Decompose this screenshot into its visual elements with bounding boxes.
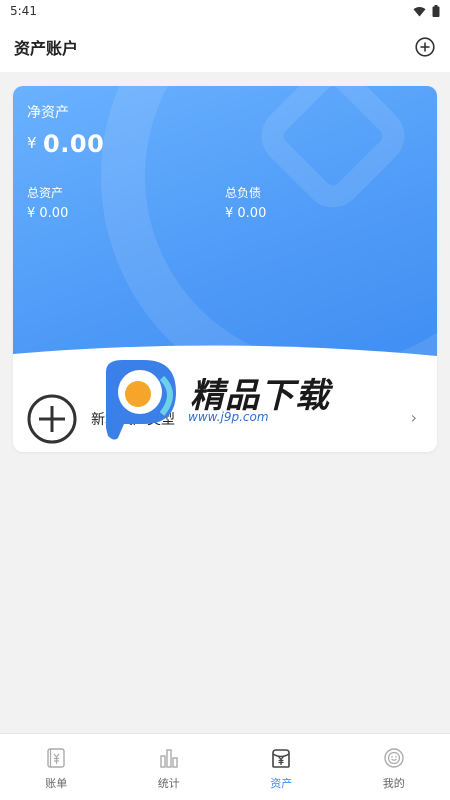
tab-bills[interactable]: 账单 (0, 734, 113, 800)
wifi-icon (413, 6, 426, 16)
add-account-button[interactable] (414, 36, 436, 58)
total-debt-value: ¥ 0.00 (225, 206, 267, 221)
tab-label: 资产 (270, 777, 293, 790)
status-bar: 5:41 (0, 0, 450, 22)
chevron-right-icon: › (410, 408, 417, 427)
wallet-icon (272, 749, 291, 768)
net-assets-amount: 0.00 (43, 130, 105, 158)
ledger-icon (47, 748, 65, 768)
status-icons (413, 5, 440, 17)
bottom-tab-bar: 账单 统计 资产 我的 (0, 733, 450, 800)
add-asset-type-label: 新增资产类型 (91, 412, 175, 428)
plus-circle-icon (27, 394, 77, 444)
add-asset-type-row[interactable]: 新增资产类型 › (13, 386, 437, 452)
total-assets-label: 总资产 (27, 186, 64, 200)
tab-label: 统计 (157, 777, 180, 790)
asset-summary-banner: 净资产 ¥0.00 总资产 ¥ 0.00 总负债 ¥ 0.00 (13, 86, 437, 386)
profile-face-icon (384, 748, 404, 768)
chart-bars-icon (160, 749, 178, 768)
status-time: 5:41 (10, 4, 37, 18)
total-debt-label: 总负债 (225, 186, 262, 200)
total-assets-value: ¥ 0.00 (27, 206, 69, 221)
tab-statistics[interactable]: 统计 (113, 734, 226, 800)
tab-assets[interactable]: 资产 (225, 734, 338, 800)
tab-profile[interactable]: 我的 (338, 734, 450, 800)
tab-label: 账单 (45, 777, 68, 790)
currency-symbol: ¥ (27, 134, 38, 152)
battery-icon (432, 5, 440, 17)
asset-summary-card: 净资产 ¥0.00 总资产 ¥ 0.00 总负债 ¥ 0.00 新增资产类型 › (13, 86, 437, 452)
net-assets-value: ¥0.00 (27, 130, 104, 158)
net-assets-label: 净资产 (27, 105, 69, 121)
tab-label: 我的 (382, 777, 405, 790)
page-title: 资产账户 (14, 39, 79, 58)
app-header: 资产账户 (0, 22, 450, 72)
plus-circle-icon (415, 37, 435, 57)
